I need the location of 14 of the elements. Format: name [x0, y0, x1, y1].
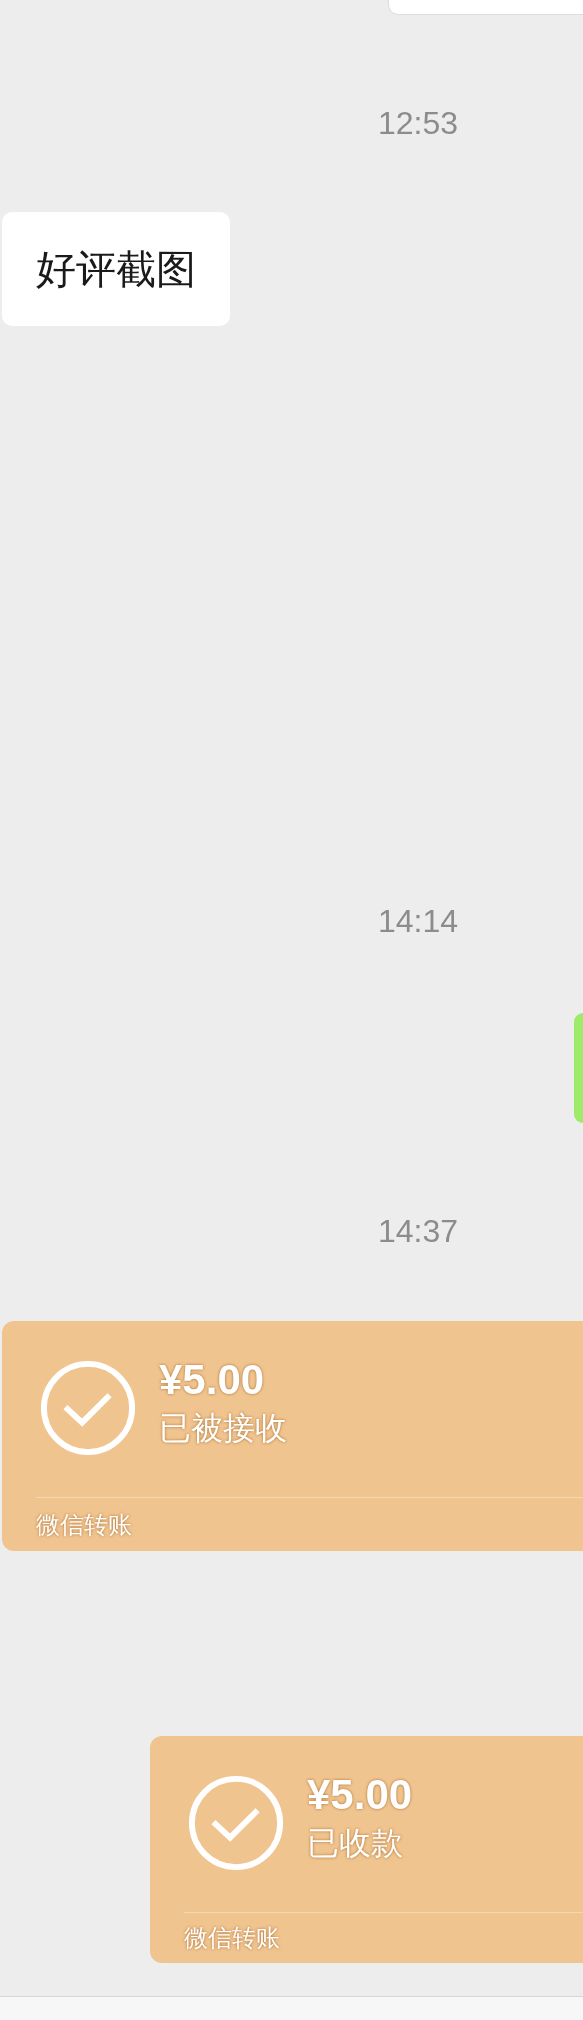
transfer-amount: ¥5.00	[159, 1355, 266, 1405]
transfer-card[interactable]: ¥5.00 已被接收 微信转账	[2, 1321, 583, 1551]
message-bubble: 好评截图	[2, 212, 230, 326]
transfer-card[interactable]: ¥5.00 已收款 微信转账	[150, 1736, 583, 1963]
check-circle-icon	[187, 1774, 285, 1872]
transfer-label: 微信转账	[184, 1923, 280, 1954]
timestamp: 14:14	[378, 902, 459, 941]
timestamp: 14:37	[378, 1212, 459, 1251]
transfer-status: 已被接收	[159, 1408, 287, 1449]
transfer-amount: ¥5.00	[307, 1770, 413, 1820]
transfer-status: 已收款	[307, 1823, 404, 1864]
check-circle-icon	[39, 1359, 137, 1457]
timestamp: 12:53	[378, 104, 459, 143]
transfer-label: 微信转账	[36, 1509, 132, 1541]
